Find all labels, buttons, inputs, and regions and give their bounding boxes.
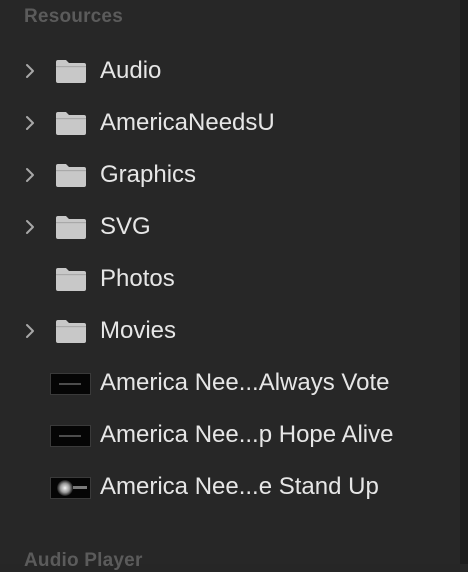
tree-item-movies[interactable]: Movies	[0, 305, 460, 357]
tree-item-audio[interactable]: Audio	[0, 45, 460, 97]
tree-item-label: Graphics	[100, 161, 197, 188]
panel-divider[interactable]	[460, 0, 468, 564]
folder-icon	[56, 216, 86, 239]
tree-item-label: America Nee...e Stand Up	[100, 473, 379, 500]
resources-panel: Resources Audio AmericaNeedsU Graphics S…	[0, 0, 460, 571]
folder-icon	[56, 112, 86, 135]
folder-icon	[56, 164, 86, 187]
resources-tree: Audio AmericaNeedsU Graphics SVG Photos	[0, 45, 460, 513]
chevron-right-icon[interactable]	[22, 219, 38, 235]
tree-item-graphics[interactable]: Graphics	[0, 149, 460, 201]
resources-section-title: Resources	[24, 6, 123, 27]
tree-item-photos[interactable]: Photos	[0, 253, 460, 305]
tree-item-movie-file[interactable]: America Nee...e Stand Up	[0, 461, 460, 513]
tree-item-movie-file[interactable]: America Nee...p Hope Alive	[0, 409, 460, 461]
folder-icon	[56, 320, 86, 343]
chevron-right-icon[interactable]	[22, 63, 38, 79]
tree-item-label: America Nee...p Hope Alive	[100, 421, 394, 448]
folder-icon	[56, 60, 86, 83]
folder-icon	[56, 268, 86, 291]
tree-item-label: Audio	[100, 57, 162, 84]
tree-item-label: SVG	[100, 213, 151, 240]
tree-item-label: Photos	[100, 265, 175, 292]
movie-thumbnail	[50, 425, 91, 447]
chevron-right-icon[interactable]	[22, 323, 38, 339]
chevron-right-icon[interactable]	[22, 167, 38, 183]
tree-item-svg[interactable]: SVG	[0, 201, 460, 253]
tree-item-label: Movies	[100, 317, 177, 344]
tree-item-label: America Nee...Always Vote	[100, 369, 390, 396]
chevron-right-icon[interactable]	[22, 115, 38, 131]
tree-item-label: AmericaNeedsU	[100, 109, 275, 136]
movie-thumbnail	[50, 373, 91, 395]
tree-item-movie-file[interactable]: America Nee...Always Vote	[0, 357, 460, 409]
audio-player-section-title: Audio Player	[24, 550, 143, 571]
tree-item-americaneedsu[interactable]: AmericaNeedsU	[0, 97, 460, 149]
movie-thumbnail	[50, 477, 91, 499]
